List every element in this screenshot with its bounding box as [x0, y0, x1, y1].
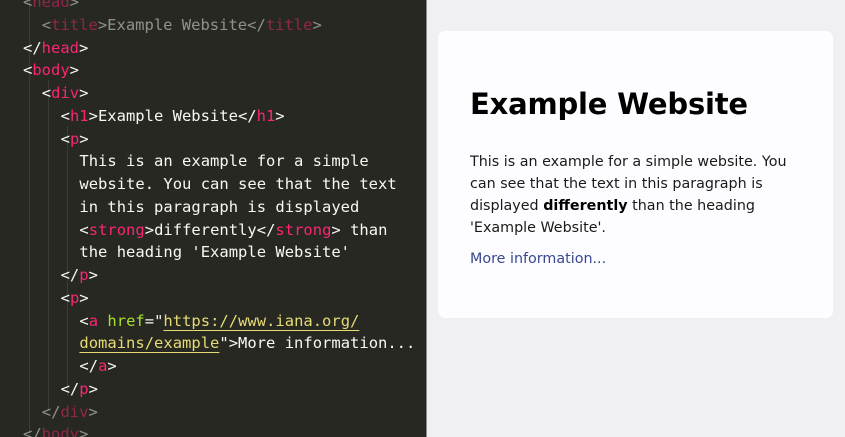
code-line: </p> — [61, 378, 98, 401]
code-text-token: > — [144, 220, 155, 239]
paragraph-strong-text: differently — [543, 198, 628, 214]
code-tag-token: body — [32, 61, 70, 80]
more-information-link[interactable]: More information... — [470, 251, 606, 267]
code-text-token: > — [331, 220, 341, 239]
code-string-token: https://www.iana.org/ — [163, 311, 360, 330]
code-text-token: > — [88, 379, 98, 398]
code-line: <a href="https://www.iana.org/ — [79, 310, 359, 333]
code-line: <p> — [61, 128, 89, 151]
code-text-token: > — [79, 425, 89, 437]
code-tag-token: a — [88, 311, 99, 330]
code-line: <head> — [23, 0, 79, 14]
code-text-token: < — [79, 220, 89, 239]
page-heading: Example Website — [470, 87, 748, 121]
code-tag-token: head — [41, 38, 79, 57]
indent-guide — [48, 80, 49, 410]
code-text-token: > — [69, 0, 80, 11]
code-text-token: > — [275, 106, 285, 125]
code-line: <h1>Example Website</h1> — [61, 105, 285, 128]
paragraph: This is an example for a simple website.… — [470, 151, 795, 239]
code-text-token: </ — [23, 425, 42, 437]
code-text-token: "> — [219, 334, 239, 353]
code-line: <body> — [23, 59, 79, 82]
code-tag-token: strong — [275, 220, 332, 239]
code-line: </div> — [42, 401, 98, 424]
code-tag-token: p — [79, 266, 89, 284]
code-text-token: than — [340, 220, 388, 239]
code-text-token: differently — [154, 220, 257, 239]
code-text-token: > — [69, 61, 80, 80]
code-line: website. You can see that the text — [79, 173, 396, 196]
code-text-token: website. You can see that the text — [79, 175, 397, 193]
code-editor[interactable]: <head> <title>Example Website</title> </he… — [0, 0, 426, 437]
code-line: </head> — [23, 37, 88, 60]
code-tag-token: p — [79, 379, 89, 398]
code-tag-token: title — [265, 15, 313, 34]
code-text-token: > — [88, 402, 98, 421]
code-string-token: domains/example — [79, 334, 220, 353]
code-text-token: Example Website — [97, 106, 238, 125]
code-text-token: > — [107, 357, 117, 375]
code-text-token: > — [97, 15, 108, 34]
code-tag-token: p — [69, 129, 80, 148]
code-line: domains/example">More information... — [79, 332, 415, 355]
indent-guide — [67, 126, 68, 396]
code-line: </p> — [61, 264, 98, 287]
code-text-token: < — [60, 106, 70, 125]
code-text-token: < — [41, 15, 52, 34]
code-text-token: More information... — [238, 334, 416, 353]
code-text-token: </ — [23, 38, 42, 57]
code-text-token: > — [88, 266, 98, 284]
code-line: <div> — [42, 82, 89, 105]
code-text-token: < — [60, 288, 70, 307]
code-tag-token: h1 — [69, 106, 89, 125]
code-line: </a> — [79, 355, 116, 378]
code-attribute-token: href — [107, 311, 145, 330]
code-line: </body> — [23, 423, 88, 437]
code-tag-token: p — [69, 288, 80, 307]
code-tag-token: head — [32, 0, 70, 11]
code-text-token: < — [23, 0, 33, 11]
code-text-token: </ — [60, 266, 80, 284]
code-text-token: </ — [237, 106, 257, 125]
code-tag-token: h1 — [256, 106, 276, 125]
preview-pane: Example Website This is an example for a… — [427, 0, 845, 437]
content-card: Example Website This is an example for a… — [438, 31, 833, 318]
code-text-token: < — [23, 61, 33, 80]
code-text-token: </ — [247, 15, 266, 34]
code-line: the heading 'Example Website' — [79, 241, 350, 264]
code-line: <strong>differently</strong> than — [79, 219, 387, 242]
code-tag-token: div — [51, 84, 80, 102]
code-line: in this paragraph is displayed — [79, 196, 359, 219]
code-text-token: </ — [41, 402, 61, 421]
code-text-token: > — [79, 288, 89, 307]
code-text-token: > — [312, 15, 322, 34]
code-tag-token: title — [51, 15, 98, 34]
code-text-token: the heading 'Example Website' — [79, 243, 351, 262]
code-text-token: Example Website — [107, 15, 248, 34]
code-tag-token: strong — [88, 220, 145, 239]
code-text-token: > — [79, 38, 89, 57]
code-text-token: </ — [256, 220, 276, 239]
code-tag-token: body — [41, 425, 79, 437]
code-line: <p> — [61, 287, 89, 310]
code-text-token: This is an example for a simple — [79, 152, 369, 171]
code-text-token: < — [41, 84, 52, 102]
code-text-token: </ — [79, 357, 99, 375]
code-tag-token: div — [60, 402, 89, 421]
code-text-token: in this paragraph is displayed — [79, 197, 360, 216]
code-text-token: < — [79, 311, 89, 330]
code-text-token: </ — [60, 379, 80, 398]
code-text-token: > — [79, 84, 89, 102]
code-text-token: < — [60, 129, 70, 148]
code-text-token: > — [88, 106, 98, 125]
code-text-token: =" — [144, 311, 164, 330]
code-line: This is an example for a simple — [79, 150, 368, 173]
code-line: <title>Example Website</title> — [42, 14, 322, 37]
code-tag-token: a — [98, 357, 108, 375]
code-text-token: > — [79, 129, 89, 148]
